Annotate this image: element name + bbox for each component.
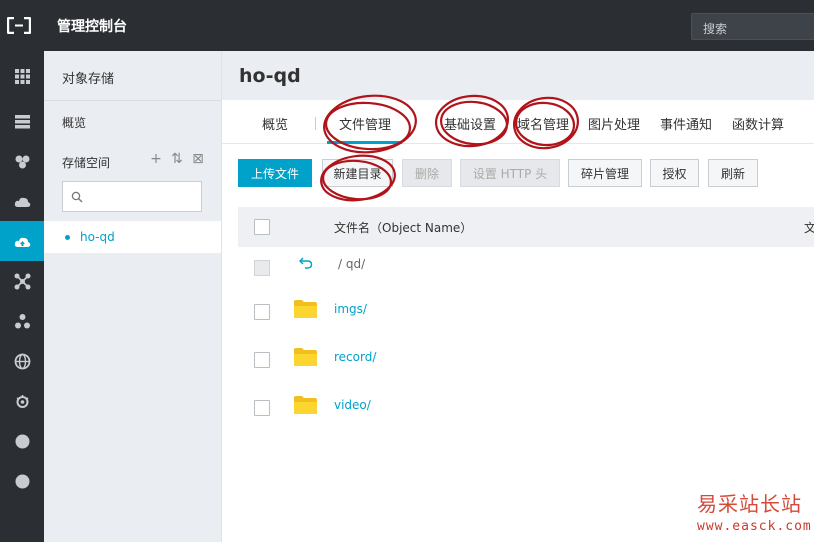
folder-icon (294, 348, 317, 366)
oss-sidebar: 对象存储 概览 存储空间 + ⇅ ⊠ ho-qd (44, 51, 222, 542)
file-name-link[interactable]: record/ (334, 350, 376, 364)
folder-icon (294, 300, 317, 318)
tab-event-notification[interactable]: 事件通知 (660, 114, 712, 133)
active-tab-indicator (327, 141, 402, 144)
bucket-search-input[interactable] (62, 181, 202, 212)
file-name-link[interactable]: imgs/ (334, 302, 367, 316)
rail-dot-icon[interactable] (0, 421, 44, 461)
tab-basic-settings[interactable]: 基础设置 (444, 114, 496, 133)
watermark: 易采站长站 www.easck.com (697, 488, 812, 534)
row-checkbox[interactable] (254, 400, 270, 416)
sidebar-title: 对象存储 (62, 72, 115, 87)
rail-cluster-icon[interactable] (0, 301, 44, 341)
current-path: / qd/ (338, 257, 366, 271)
rail-server-icon[interactable] (0, 101, 44, 141)
tab-function-compute[interactable]: 函数计算 (732, 114, 784, 133)
table-row[interactable]: imgs/ (238, 287, 814, 335)
file-name-link[interactable]: video/ (334, 398, 371, 412)
table-row[interactable]: video/ (238, 383, 814, 431)
rail-network-icon[interactable] (0, 141, 44, 181)
watermark-text: 易采站长站 (697, 492, 802, 516)
refresh-button[interactable]: 刷新 (708, 159, 758, 187)
bucket-section-label: 存储空间 (62, 156, 111, 170)
rail-grid-icon[interactable] (0, 56, 44, 96)
bucket-name: ho-qd (80, 230, 115, 244)
sidebar-item-bucket[interactable]: ho-qd (44, 221, 221, 253)
tab-divider (315, 117, 316, 130)
tab-file-management[interactable]: 文件管理 (339, 114, 391, 133)
table-row[interactable]: record/ (238, 335, 814, 383)
page-header: ho-qd (222, 51, 814, 100)
page-title: ho-qd (239, 65, 301, 87)
fragment-management-button[interactable]: 碎片管理 (568, 159, 642, 187)
add-bucket-icon[interactable]: + (149, 151, 163, 167)
column-header-next[interactable]: 文 (804, 219, 814, 236)
watermark-url: www.easck.com (697, 519, 812, 534)
folder-icon (294, 396, 317, 414)
authorize-button[interactable]: 授权 (650, 159, 699, 187)
new-folder-button[interactable]: 新建目录 (322, 159, 393, 187)
aliyun-logo-icon[interactable] (7, 17, 31, 34)
rail-gear-cloud-icon[interactable] (0, 381, 44, 421)
console-title[interactable]: 管理控制台 (57, 16, 127, 36)
upload-file-button[interactable]: 上传文件 (238, 159, 312, 187)
product-rail (0, 51, 44, 542)
tab-domain-management[interactable]: 域名管理 (517, 114, 569, 133)
row-checkbox (254, 260, 270, 276)
divider (44, 100, 221, 101)
row-checkbox[interactable] (254, 352, 270, 368)
select-all-checkbox[interactable] (254, 219, 270, 235)
row-checkbox[interactable] (254, 304, 270, 320)
rail-oss-icon[interactable] (0, 221, 44, 261)
sidebar-item-overview[interactable]: 概览 (62, 114, 86, 131)
rail-globe-icon[interactable] (0, 341, 44, 381)
delete-button[interactable]: 删除 (402, 159, 452, 187)
tab-bar: 概览 文件管理 基础设置 域名管理 图片处理 事件通知 函数计算 (222, 100, 814, 144)
active-dot-icon (65, 235, 70, 240)
search-icon (71, 191, 83, 203)
path-row: / qd/ (238, 244, 814, 292)
set-http-header-button[interactable]: 设置 HTTP 头 (460, 159, 560, 187)
column-header-name[interactable]: 文件名（Object Name） (334, 219, 472, 236)
sort-icon[interactable]: ⇅ (170, 151, 184, 167)
rail-cloud-icon[interactable] (0, 181, 44, 221)
rail-dot-icon[interactable] (0, 461, 44, 501)
back-arrow-icon[interactable] (299, 255, 313, 269)
top-bar: 管理控制台 搜索 (0, 0, 814, 51)
collapse-icon[interactable]: ⊠ (191, 151, 205, 167)
tab-overview[interactable]: 概览 (262, 114, 288, 133)
table-header: 文件名（Object Name） 文 (238, 207, 814, 247)
rail-nodes-icon[interactable] (0, 261, 44, 301)
tab-image-processing[interactable]: 图片处理 (588, 114, 640, 133)
bucket-tools: + ⇅ ⊠ (149, 151, 205, 167)
search-input[interactable]: 搜索 (691, 13, 814, 40)
